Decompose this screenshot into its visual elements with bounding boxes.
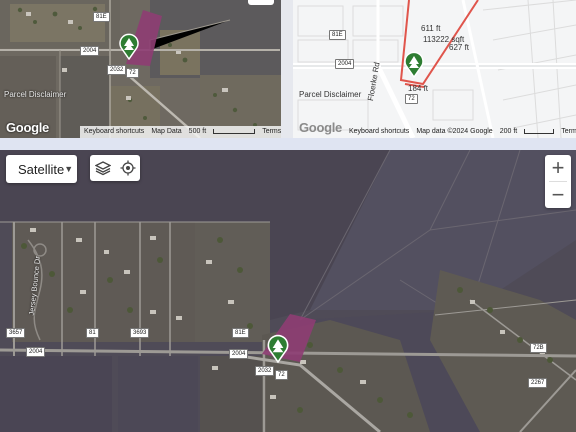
road-shield: 2004	[229, 349, 249, 359]
road-shield: 2004	[80, 46, 100, 56]
zoom-out-button[interactable]: −	[545, 182, 571, 208]
keyboard-shortcuts-link[interactable]: Keyboard shortcuts	[84, 126, 144, 138]
layers-icon[interactable]	[94, 160, 111, 176]
caret-down-icon: ▼	[64, 164, 74, 174]
terms-link[interactable]: Terms	[262, 126, 281, 138]
road-shield: 2004	[26, 347, 46, 357]
section-separator	[0, 138, 576, 150]
road-shield: 81E	[232, 328, 249, 338]
scale-label: 200 ft	[499, 128, 518, 135]
scale-label: 500 ft	[188, 128, 207, 135]
satellite-mini-imagery	[0, 0, 281, 138]
map-control-edge	[248, 0, 274, 5]
scale-bar	[524, 129, 555, 134]
map-type-dropdown[interactable]: Satellite ▼	[6, 155, 77, 183]
dimension-label: 611 ft	[421, 24, 441, 33]
road-shield: 72	[405, 94, 418, 104]
map-tool-group	[90, 155, 140, 181]
main-satellite-map[interactable]: Jersey Bounce Dr 3657 81 3693 81E 2004 2…	[0, 150, 576, 432]
dimension-label: 627 ft	[449, 43, 470, 52]
road-shield: 81E	[329, 30, 346, 40]
road-mini-map[interactable]: 81E 2004 72 Floerke Rd Parcel Disclaimer…	[293, 0, 576, 138]
road-map-imagery	[293, 0, 576, 138]
road-shield: 2004	[335, 59, 355, 69]
google-logo: Google	[299, 120, 342, 135]
zoom-in-button[interactable]: +	[545, 155, 571, 181]
terms-link[interactable]: Terms	[561, 126, 576, 138]
tree-marker-icon[interactable]	[266, 333, 290, 368]
road-shield: 3693	[130, 328, 150, 338]
parcel-disclaimer-link[interactable]: Parcel Disclaimer	[4, 90, 66, 99]
map-data-link[interactable]: Map Data	[151, 126, 181, 138]
road-shield: 2032	[107, 65, 127, 75]
map-attribution-bar: Keyboard shortcuts Map data ©2024 Google…	[345, 126, 576, 138]
road-shield: 2267	[528, 378, 548, 388]
main-satellite-imagery	[0, 150, 576, 432]
road-shield: 81	[86, 328, 99, 338]
parcel-disclaimer-link[interactable]: Parcel Disclaimer	[299, 90, 361, 99]
zoom-controls: + −	[545, 155, 571, 208]
road-shield: 3657	[6, 328, 26, 338]
road-shield: 81E	[93, 12, 110, 22]
dimension-label: 184 ft	[408, 84, 429, 93]
map-divider	[281, 0, 293, 138]
road-shield: 72	[126, 68, 139, 78]
map-type-label: Satellite	[18, 161, 65, 177]
scale-bar	[213, 129, 256, 134]
map-attribution-bar: Keyboard shortcuts Map Data 500 ft Terms	[80, 126, 281, 138]
map-data-link[interactable]: Map data ©2024 Google	[416, 126, 492, 138]
road-shield: 72B	[530, 343, 547, 353]
satellite-mini-map[interactable]: 81E 2004 2032 72 Parcel Disclaimer Googl…	[0, 0, 281, 138]
road-shield: 72	[275, 370, 288, 380]
my-location-icon[interactable]	[120, 160, 136, 176]
google-logo: Google	[6, 120, 49, 135]
keyboard-shortcuts-link[interactable]: Keyboard shortcuts	[349, 126, 409, 138]
